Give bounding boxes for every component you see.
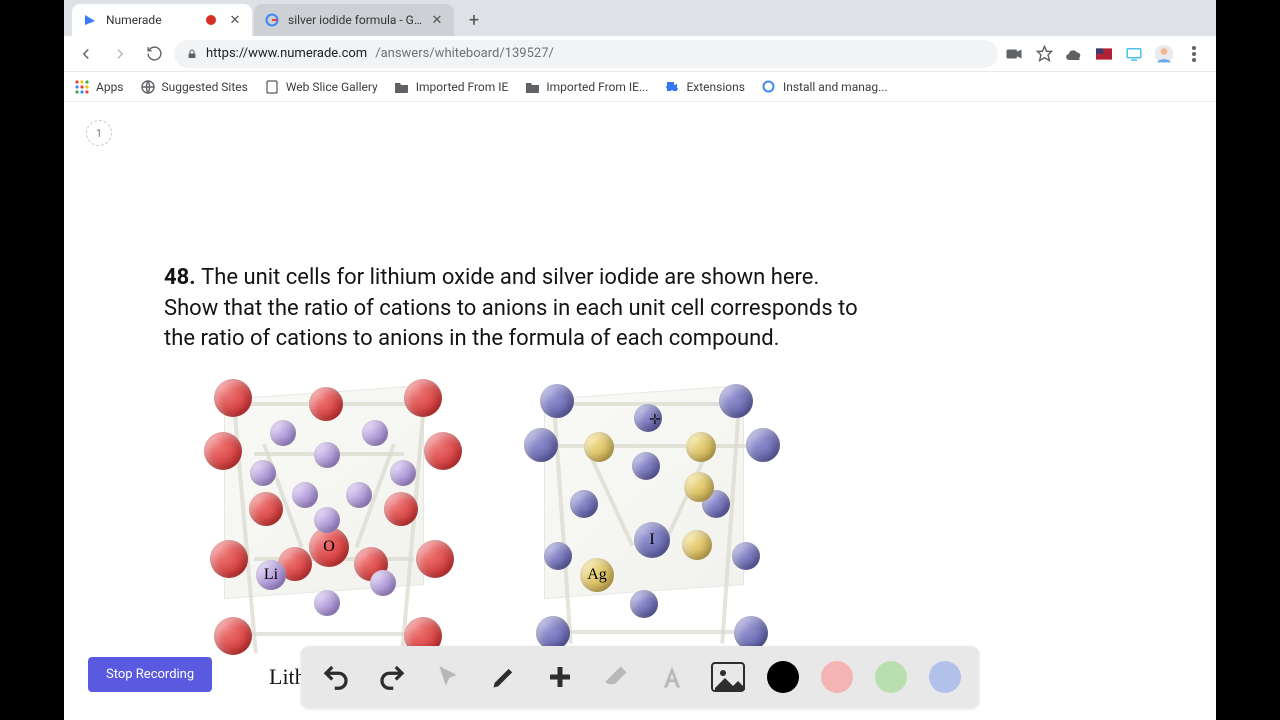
numerade-favicon [82,12,98,28]
globe-icon [140,79,156,95]
tab-numerade[interactable]: Numerade ✕ [72,4,252,36]
nav-reload-button[interactable] [140,40,168,68]
recording-indicator-icon [206,15,216,25]
question-text: The unit cells for lithium oxide and sil… [164,265,858,351]
bookmark-label: Imported From IE... [546,80,648,94]
color-green[interactable] [875,661,907,693]
camera-icon[interactable] [1004,44,1024,64]
whiteboard-toolbar [301,646,979,708]
silver-atom-label: Ag [580,558,614,592]
apps-grid-icon [74,79,90,95]
kebab-menu-icon[interactable] [1184,44,1204,64]
color-black[interactable] [767,661,799,693]
redo-button[interactable] [375,660,409,694]
bookmark-label: Apps [96,80,124,94]
puzzle-icon [664,79,680,95]
page-number-badge[interactable]: 1 [86,120,112,146]
cloud-icon[interactable] [1064,44,1084,64]
image-tool[interactable] [711,660,745,694]
bookmark-label: Web Slice Gallery [286,80,378,94]
nav-back-button[interactable] [72,40,100,68]
close-tab-icon[interactable]: ✕ [430,13,444,27]
iodide-atom-label: I [634,522,670,558]
bookmark-install[interactable]: Install and manag... [761,79,888,95]
lithium-oxide-diagram: O Li [194,372,474,662]
bookmark-extensions[interactable]: Extensions [664,79,744,95]
tab-strip: Numerade ✕ silver iodide formula - Googl… [64,0,1216,36]
tab-title: Numerade [106,13,206,27]
profile-avatar[interactable] [1154,44,1174,64]
color-blue[interactable] [929,661,961,693]
folder-icon [394,79,410,95]
address-bar: https://www.numerade.com/answers/whitebo… [64,36,1216,72]
page-content: 1 48. The unit cells for lithium oxide a… [64,102,1216,720]
bookmark-import2[interactable]: Imported From IE... [524,79,648,95]
silver-iodide-diagram: I Ag ✛ [514,372,794,662]
bookmark-import1[interactable]: Imported From IE [394,79,509,95]
star-icon[interactable] [1034,44,1054,64]
flag-icon[interactable] [1094,44,1114,64]
bookmark-gallery[interactable]: Web Slice Gallery [264,79,378,95]
close-tab-icon[interactable]: ✕ [228,13,242,27]
oxygen-atom-label: O [309,527,349,567]
bookmark-suggested[interactable]: Suggested Sites [140,79,248,95]
tab-title: silver iodide formula - Google [288,13,424,27]
bookmark-label: Extensions [686,80,744,94]
stop-recording-button[interactable]: Stop Recording [88,657,212,692]
undo-button[interactable] [319,660,353,694]
folder-icon [524,79,540,95]
bookmarks-bar: Apps Suggested Sites Web Slice Gallery I… [64,72,1216,102]
pen-tool[interactable] [487,660,521,694]
question-block: 48. The unit cells for lithium oxide and… [164,262,864,354]
bookmark-label: Suggested Sites [162,80,248,94]
apps-button[interactable]: Apps [74,79,124,95]
question-number: 48. [164,265,196,290]
color-pink[interactable] [821,661,853,693]
browser-window: Numerade ✕ silver iodide formula - Googl… [64,0,1216,720]
tab-google[interactable]: silver iodide formula - Google ✕ [254,4,454,36]
eraser-tool[interactable] [599,660,633,694]
google-favicon [264,12,280,28]
monitor-icon[interactable] [1124,44,1144,64]
lock-icon [186,48,198,60]
google-icon [761,79,777,95]
bookmark-label: Imported From IE [416,80,509,94]
bookmark-label: Install and manag... [783,80,888,94]
url-host: https://www.numerade.com [206,46,367,61]
url-path: /answers/whiteboard/139527/ [375,46,554,61]
add-tool[interactable] [543,660,577,694]
pointer-tool[interactable] [431,660,465,694]
text-tool[interactable] [655,660,689,694]
new-tab-button[interactable]: + [460,6,488,34]
page-icon [264,79,280,95]
nav-forward-button[interactable] [106,40,134,68]
omnibox[interactable]: https://www.numerade.com/answers/whitebo… [174,40,998,68]
lithium-atom-label: Li [256,560,286,590]
